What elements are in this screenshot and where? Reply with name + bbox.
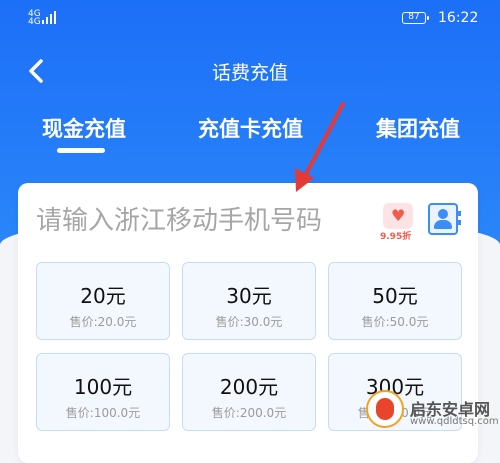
discount-text: 9.95折 (380, 232, 412, 242)
amount-option-100[interactable]: 100元 售价:100.0元 (36, 353, 170, 431)
phone-number-input[interactable] (36, 203, 366, 239)
heart-icon: ♥ (391, 206, 406, 225)
battery-icon: 87 (402, 12, 429, 24)
watermark: 启东安卓网 www.qdldtsq.com (356, 382, 499, 434)
amount-option-200[interactable]: 200元 售价:200.0元 (182, 353, 316, 431)
page-title: 话费充值 (211, 62, 288, 84)
active-tab-indicator (57, 148, 105, 153)
tab-card-recharge[interactable]: 充值卡充值 (198, 113, 303, 143)
network-type-bottom: 4G (28, 17, 41, 27)
watermark-url: www.qdldtsq.com (410, 416, 499, 427)
status-time: 16:22 (438, 10, 479, 26)
watermark-logo-icon (366, 390, 404, 428)
status-bar: 4G 4G 87 16:22 (0, 0, 500, 36)
amount-option-20[interactable]: 20元 售价:20.0元 (36, 262, 170, 340)
battery-level: 87 (408, 12, 420, 22)
discount-badge[interactable]: ♥ 9.95折 (380, 203, 418, 242)
signal-bars-icon (42, 10, 62, 24)
amount-option-30[interactable]: 30元 售价:30.0元 (182, 262, 316, 340)
signal-indicator: 4G 4G (28, 10, 56, 27)
amount-option-50[interactable]: 50元 售价:50.0元 (328, 262, 462, 340)
tab-group-recharge[interactable]: 集团充值 (376, 113, 460, 143)
tab-cash-recharge[interactable]: 现金充值 (42, 113, 126, 143)
contact-book-icon[interactable] (428, 203, 461, 235)
